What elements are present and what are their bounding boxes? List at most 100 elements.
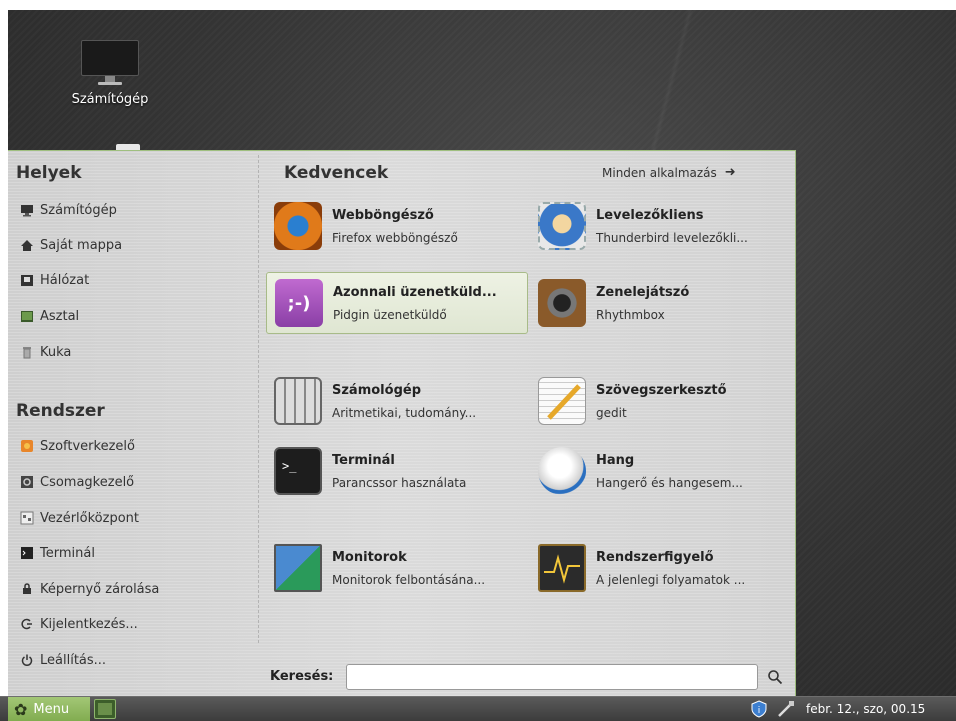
logout-icon: [20, 617, 34, 631]
favorite-app-monitors[interactable]: Monitorok Monitorok felbontásána...: [266, 537, 528, 599]
app-description: Aritmetikai, tudomány...: [332, 405, 477, 420]
app-description: Monitorok felbontásána...: [332, 572, 486, 587]
places-item-label: Saját mappa: [40, 237, 123, 253]
software-manager-icon: [20, 439, 34, 453]
pane-divider: [258, 155, 259, 643]
system-item-lock-screen[interactable]: Képernyő zárolása: [20, 578, 159, 600]
application-menu: Helyek Számítógép Saját mappa Hálózat As…: [8, 150, 796, 696]
all-applications-label: Minden alkalmazás: [602, 165, 717, 180]
system-item-label: Csomagkezelő: [40, 474, 135, 490]
places-item-label: Számítógép: [40, 202, 117, 218]
app-description: Rhythmbox: [596, 307, 665, 322]
app-name: Azonnali üzenetküld...: [333, 284, 497, 300]
volume-knob-icon: [538, 447, 586, 495]
calculator-icon: [274, 377, 322, 425]
thunderbird-icon: [538, 202, 586, 250]
computer-icon: [20, 203, 34, 217]
system-item-control-center[interactable]: Vezérlőközpont: [20, 507, 139, 529]
speaker-icon: [538, 279, 586, 327]
app-name: Terminál: [332, 452, 395, 468]
places-item-computer[interactable]: Számítógép: [20, 199, 117, 221]
svg-text:i: i: [758, 706, 761, 716]
favorite-app-sound[interactable]: Hang Hangerő és hangesem...: [530, 440, 792, 502]
power-icon: [20, 653, 34, 667]
network-status-icon[interactable]: [776, 700, 796, 718]
favorite-app-mail-client[interactable]: Levelezőkliens Thunderbird levelezőkli...: [530, 195, 792, 257]
text-editor-icon: [538, 377, 586, 425]
places-item-label: Asztal: [40, 308, 80, 324]
system-item-package-manager[interactable]: Csomagkezelő: [20, 471, 134, 493]
lock-icon: [20, 582, 34, 596]
terminal-icon: [20, 546, 34, 560]
desktop-icon: [20, 309, 34, 323]
arrow-right-icon: ➜: [724, 165, 736, 180]
menu-button[interactable]: ✿ Menu: [8, 697, 90, 721]
app-name: Szövegszerkesztő: [596, 382, 727, 398]
system-monitor-icon: [538, 544, 586, 592]
app-description: Hangerő és hangesem...: [596, 475, 743, 490]
system-item-label: Képernyő zárolása: [40, 581, 160, 597]
control-center-icon: [20, 511, 34, 525]
places-item-label: Kuka: [40, 344, 72, 360]
system-item-label: Szoftverkezelő: [40, 438, 135, 454]
computer-icon: [81, 40, 139, 85]
app-description: Pidgin üzenetküldő: [333, 307, 447, 322]
app-name: Webböngésző: [332, 207, 434, 223]
pidgin-icon: ;-): [275, 279, 323, 327]
trash-icon: [20, 345, 34, 359]
search-button[interactable]: [764, 666, 786, 688]
favorite-app-calculator[interactable]: Számológép Aritmetikai, tudomány...: [266, 370, 528, 432]
monitors-icon: [274, 544, 322, 592]
places-item-network[interactable]: Hálózat: [20, 269, 89, 291]
search-label: Keresés:: [270, 669, 334, 684]
search-icon: [768, 670, 783, 685]
app-name: Számológép: [332, 382, 421, 398]
favorite-app-instant-messenger[interactable]: ;-) Azonnali üzenetküld... Pidgin üzenetk…: [266, 272, 528, 334]
app-description: A jelenlegi folyamatok ...: [596, 572, 746, 587]
favorite-app-web-browser[interactable]: Webböngésző Firefox webböngésző: [266, 195, 528, 257]
menu-button-label: Menu: [33, 702, 70, 717]
places-pane: Helyek Számítógép Saját mappa Hálózat As…: [8, 151, 256, 697]
app-description: gedit: [596, 405, 627, 420]
app-name: Rendszerfigyelő: [596, 549, 714, 565]
app-description: Thunderbird levelezőkli...: [596, 230, 748, 245]
app-name: Hang: [596, 452, 635, 468]
favorite-app-terminal[interactable]: >_ Terminál Parancssor használata: [266, 440, 528, 502]
package-manager-icon: [20, 475, 34, 489]
system-item-terminal[interactable]: Terminál: [20, 542, 95, 564]
system-item-shutdown[interactable]: Leállítás...: [20, 649, 106, 671]
system-item-label: Terminál: [40, 545, 95, 561]
bottom-panel: ✿ Menu i febr. 12., szo, 00.15: [0, 696, 956, 721]
places-title: Helyek: [16, 163, 82, 183]
system-item-label: Leállítás...: [40, 652, 107, 668]
favorite-app-music-player[interactable]: Zenelejátszó Rhythmbox: [530, 272, 792, 334]
places-item-trash[interactable]: Kuka: [20, 341, 71, 363]
network-icon: [20, 273, 34, 287]
clock[interactable]: febr. 12., szo, 00.15: [806, 702, 925, 716]
system-item-software-manager[interactable]: Szoftverkezelő: [20, 435, 135, 457]
system-item-label: Vezérlőközpont: [40, 510, 139, 526]
system-item-logout[interactable]: Kijelentkezés...: [20, 613, 138, 635]
all-applications-button[interactable]: Minden alkalmazás ➜: [602, 165, 736, 180]
places-item-desktop[interactable]: Asztal: [20, 305, 79, 327]
show-desktop-button[interactable]: [94, 699, 116, 719]
firefox-icon: [274, 202, 322, 250]
favorite-app-text-editor[interactable]: Szövegszerkesztő gedit: [530, 370, 792, 432]
places-item-label: Hálózat: [40, 272, 90, 288]
terminal-app-icon: >_: [274, 447, 322, 495]
app-description: Parancssor használata: [332, 475, 467, 490]
update-shield-icon[interactable]: i: [750, 700, 768, 718]
favorite-app-system-monitor[interactable]: Rendszerfigyelő A jelenlegi folyamatok ..…: [530, 537, 792, 599]
system-title: Rendszer: [16, 401, 105, 421]
app-name: Monitorok: [332, 549, 407, 565]
desktop-icon-label: Számítógép: [71, 92, 149, 107]
app-name: Zenelejátszó: [596, 284, 690, 300]
search-input[interactable]: [346, 664, 758, 690]
system-item-label: Kijelentkezés...: [40, 616, 138, 632]
favorites-title: Kedvencek: [284, 163, 389, 183]
app-description: Firefox webböngésző: [332, 230, 458, 245]
app-name: Levelezőkliens: [596, 207, 704, 223]
places-item-home[interactable]: Saját mappa: [20, 234, 122, 256]
home-icon: [20, 238, 34, 252]
desktop-icon-computer[interactable]: Számítógép: [60, 40, 160, 107]
